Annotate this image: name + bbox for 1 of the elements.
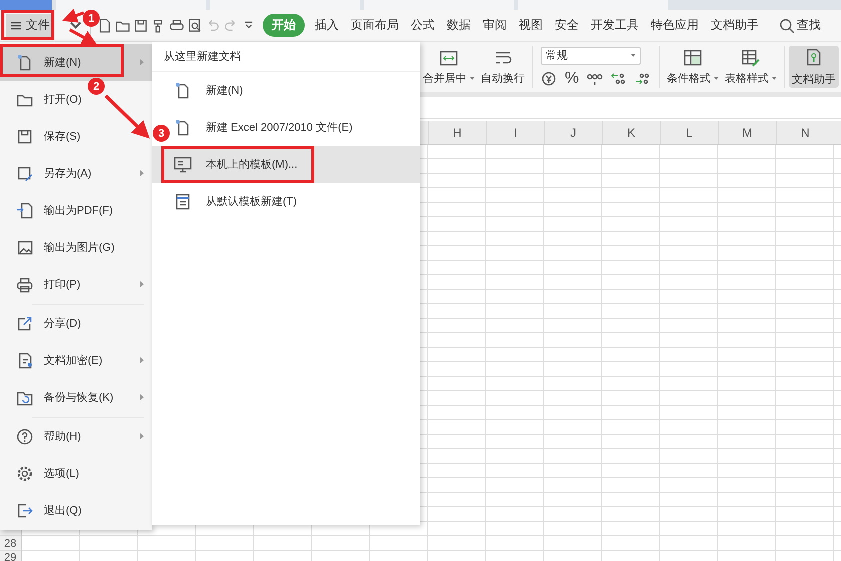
submenu-title: 从这里新建文档 bbox=[164, 50, 241, 64]
